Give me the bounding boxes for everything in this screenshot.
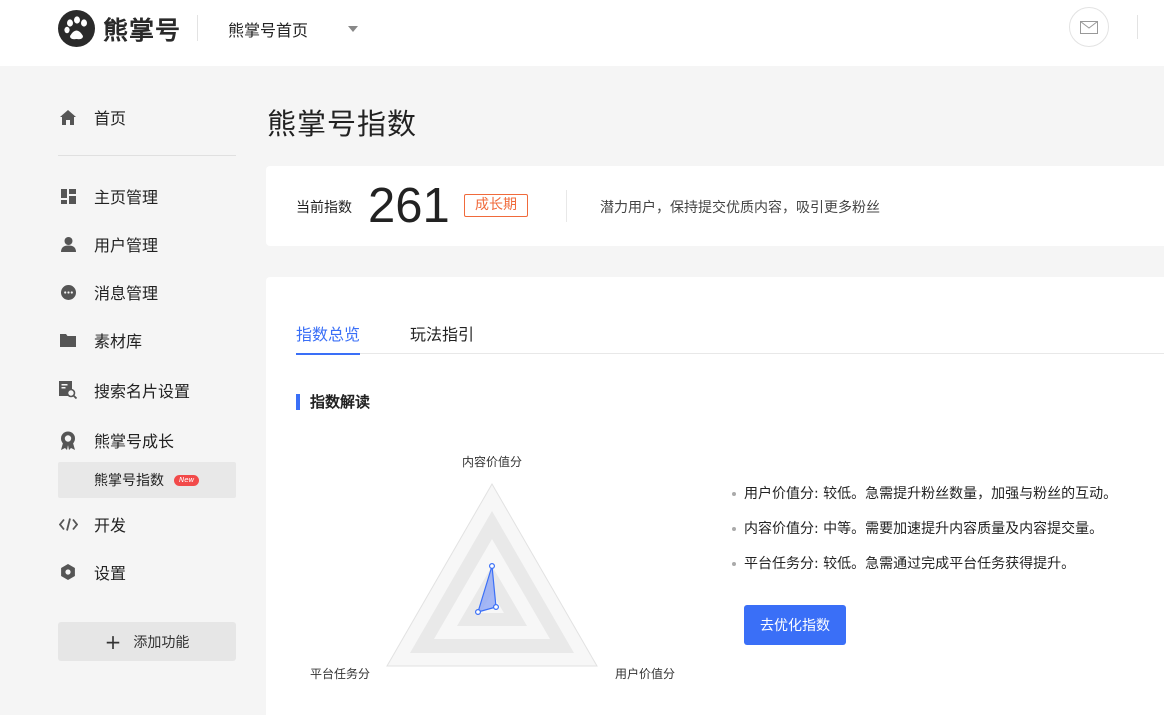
sidebar-item-label: 主页管理 bbox=[94, 188, 159, 207]
content-card: 指数总览 玩法指引 指数解读 内容价值分 用户价值分 平台任务分 用户价值分: … bbox=[266, 277, 1164, 715]
stage-badge: 成长期 bbox=[464, 194, 528, 217]
add-feature-label: 添加功能 bbox=[133, 634, 190, 651]
medal-icon bbox=[58, 430, 78, 450]
optimize-index-button[interactable]: 去优化指数 bbox=[744, 605, 846, 645]
folder-icon bbox=[58, 330, 78, 350]
sidebar-item-label: 开发 bbox=[94, 516, 127, 535]
add-feature-button[interactable]: + 添加功能 bbox=[58, 622, 236, 661]
logo[interactable]: 熊掌号 bbox=[58, 10, 181, 47]
mail-button[interactable] bbox=[1069, 7, 1109, 47]
sidebar-item-homepage-manage[interactable]: 主页管理 bbox=[58, 182, 158, 210]
user-icon bbox=[58, 234, 78, 254]
tab-guide[interactable]: 玩法指引 bbox=[410, 321, 474, 354]
radar-svg bbox=[386, 482, 598, 667]
section-title: 指数解读 bbox=[296, 393, 370, 411]
plus-icon: + bbox=[104, 629, 122, 654]
sidebar-item-search-card[interactable]: 搜索名片设置 bbox=[58, 376, 190, 404]
radar-chart: 内容价值分 用户价值分 平台任务分 bbox=[296, 447, 716, 691]
top-header: 熊掌号 熊掌号首页 bbox=[0, 0, 1164, 66]
sidebar-item-label: 用户管理 bbox=[94, 236, 159, 255]
radar-point bbox=[489, 562, 496, 569]
list-item: 平台任务分: 较低。急需通过完成平台任务获得提升。 bbox=[732, 554, 1117, 589]
sidebar-divider bbox=[58, 155, 236, 156]
paw-icon bbox=[58, 10, 95, 47]
interpretation-list: 用户价值分: 较低。急需提升粉丝数量，加强与粉丝的互动。 内容价值分: 中等。需… bbox=[732, 484, 1117, 589]
sidebar-item-label: 消息管理 bbox=[94, 284, 159, 303]
sidebar-item-home[interactable]: 首页 bbox=[58, 103, 126, 131]
sidebar-item-users[interactable]: 用户管理 bbox=[58, 230, 158, 258]
radar-label-content: 内容价值分 bbox=[462, 455, 523, 469]
header-divider-right bbox=[1137, 15, 1138, 39]
sidebar-subitem-label: 熊掌号指数 bbox=[94, 473, 164, 489]
sidebar-item-label: 设置 bbox=[94, 564, 127, 583]
code-icon bbox=[58, 514, 78, 534]
sidebar-item-materials[interactable]: 素材库 bbox=[58, 326, 142, 354]
header-nav-dropdown[interactable]: 熊掌号首页 bbox=[228, 17, 359, 41]
index-label: 当前指数 bbox=[296, 200, 352, 216]
home-icon bbox=[58, 107, 78, 127]
header-divider bbox=[197, 15, 198, 41]
sidebar-item-label: 素材库 bbox=[94, 332, 143, 351]
index-card: 当前指数 261 成长期 潜力用户，保持提交优质内容，吸引更多粉丝 bbox=[266, 166, 1164, 246]
dashboard-icon bbox=[58, 186, 78, 206]
header-nav-label: 熊掌号首页 bbox=[228, 21, 309, 40]
list-item: 用户价值分: 较低。急需提升粉丝数量，加强与粉丝的互动。 bbox=[732, 484, 1117, 519]
sidebar-item-label: 熊掌号成长 bbox=[94, 432, 175, 451]
index-value: 261 bbox=[368, 179, 450, 233]
index-description: 潜力用户，保持提交优质内容，吸引更多粉丝 bbox=[600, 200, 880, 216]
radar-label-user: 用户价值分 bbox=[615, 667, 676, 681]
sidebar-item-settings[interactable]: 设置 bbox=[58, 558, 126, 586]
sidebar-subitem-index[interactable]: 熊掌号指数 New bbox=[58, 462, 236, 498]
sidebar-item-growth[interactable]: 熊掌号成长 bbox=[58, 426, 174, 454]
radar-point bbox=[475, 609, 482, 616]
radar-point bbox=[493, 604, 500, 611]
sidebar-item-develop[interactable]: 开发 bbox=[58, 510, 126, 538]
radar-label-platform: 平台任务分 bbox=[310, 667, 371, 681]
new-badge: New bbox=[174, 474, 200, 486]
logo-text: 熊掌号 bbox=[103, 15, 182, 45]
caret-down-icon bbox=[348, 26, 359, 32]
sidebar: 首页 主页管理 用户管理 消息管理 素材库 搜索名片设置 熊掌号成长 熊掌号指数… bbox=[0, 66, 266, 715]
sidebar-item-label: 搜索名片设置 bbox=[94, 382, 191, 401]
sidebar-item-messages[interactable]: 消息管理 bbox=[58, 278, 158, 306]
tab-label: 玩法指引 bbox=[410, 325, 475, 344]
list-item: 内容价值分: 中等。需要加速提升内容质量及内容提交量。 bbox=[732, 519, 1117, 554]
page-title: 熊掌号指数 bbox=[267, 107, 418, 141]
settings-icon bbox=[58, 562, 78, 582]
mail-icon bbox=[1080, 20, 1098, 34]
sidebar-item-label: 首页 bbox=[94, 109, 127, 128]
message-icon bbox=[58, 282, 78, 302]
search-card-icon bbox=[58, 380, 78, 400]
tab-bar: 指数总览 玩法指引 bbox=[296, 321, 1164, 355]
tab-label: 指数总览 bbox=[296, 325, 361, 344]
card-divider bbox=[566, 190, 567, 222]
tab-overview[interactable]: 指数总览 bbox=[296, 321, 361, 355]
